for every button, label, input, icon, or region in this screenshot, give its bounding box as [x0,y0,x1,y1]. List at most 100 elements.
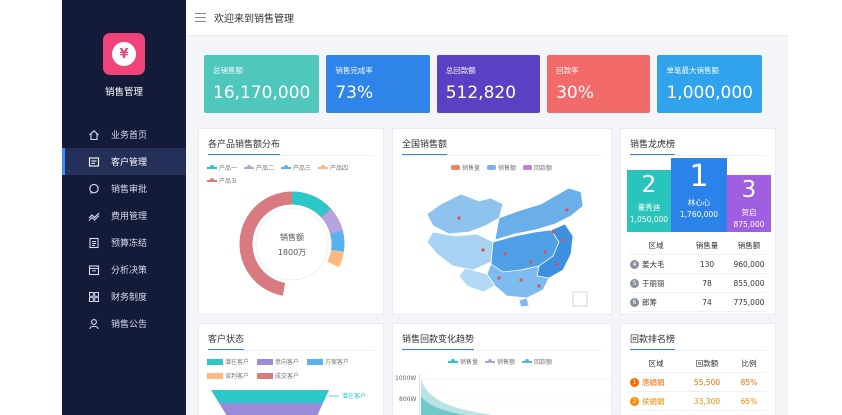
city-marker [543,250,547,254]
sidebar-item-label: 财务制度 [111,293,148,303]
legend-swatch [485,358,496,363]
legend-label: 产品四 [330,165,349,172]
kpi-value: 1,000,000 [666,83,753,103]
podium-third[interactable]: 3 贺启 875,000 [727,175,771,232]
kpi-card[interactable]: 销售完成率 73% [326,55,430,113]
trend-chart[interactable] [419,374,609,415]
legend-label: 意向客户 [275,359,300,366]
sidebar-item-expenses[interactable]: 费用管理 [62,202,186,229]
legend-swatch [244,164,255,169]
table-row[interactable]: 4 姜大毛 130 960,000 [630,255,766,274]
column-header: 销售量 [695,240,719,250]
kpi-card[interactable]: 单笔最大销售额 1,000,000 [657,55,762,113]
china-map[interactable] [403,174,603,314]
rank-number: 4 [630,259,639,269]
podium-first[interactable]: 1 林心心 1,760,000 [671,158,727,232]
city-marker [565,208,569,212]
card-title: 回款排名榜 [630,332,676,351]
grid-icon [88,291,100,303]
legend-item[interactable]: 潜在客户 [207,357,249,366]
sidebar-item-finance[interactable]: 财务制度 [62,283,186,310]
legend-item[interactable]: 方案客户 [307,357,349,366]
sidebar-item-announcements[interactable]: 销售公告 [62,310,186,337]
kpi-label: 销售完成率 [335,66,373,75]
collection-rank-table: 区域 回款额 比例 1 唐娟娟 55,500 85% 2 侯娟娟 33,300 65… [630,354,766,415]
legend-swatch [207,358,223,365]
legend-label: 方案客户 [325,359,350,366]
legend-item[interactable]: 回款额 [523,163,552,172]
legend-swatch [522,358,533,363]
menu-icon[interactable] [195,13,206,22]
sidebar-item-approval[interactable]: 销售审批 [62,175,186,202]
legend-swatch [523,165,533,170]
sidebar-item-analysis[interactable]: 分析决策 [62,256,186,283]
legend-swatch [318,164,329,169]
kpi-card[interactable]: 回款率 30% [547,55,651,113]
column-header: 比例 [741,358,757,368]
map-legend: 销售量 销售额 回款额 [451,163,552,172]
legend-item[interactable]: 销售量 [451,163,480,172]
kpi-label: 单笔最大销售额 [666,66,719,75]
sidebar-item-label: 预算冻结 [111,239,148,249]
column-header: 区域 [648,240,664,250]
kpi-card[interactable]: 总回款额 512,820 [436,55,541,113]
podium-second[interactable]: 2 董秀迪 1,050,000 [627,170,671,232]
trend-legend: 销售量 销售额 回款额 [448,357,552,366]
table-row[interactable]: 5 于丽丽 78 855,000 [630,274,766,293]
legend-item[interactable]: 意向客户 [257,357,299,366]
table-row[interactable]: 1 唐娟娟 55,500 85% [630,373,766,392]
table-row[interactable]: 6 郎筹 74 775,000 [630,293,766,312]
legend-item[interactable]: 产品二 [244,163,274,172]
legend-swatch [281,164,292,169]
product-distribution-card: 各产品销售额分布 产品一 产品二 产品三 产品四 产品五 销售额 1800万 [198,128,384,315]
kpi-value: 73% [335,83,374,103]
donut-chart[interactable] [232,184,352,304]
home-icon [88,129,100,141]
main-content: 欢迎来到销售管理 总销售额 16,170,000 销售完成率 73% 总回款额 … [186,0,788,415]
y-tick: 1000W [395,375,417,382]
user-icon [88,318,100,330]
table-row[interactable]: 2 侯娟娟 33,300 65% [630,392,766,411]
legend-item[interactable]: 产品四 [318,163,348,172]
sidebar-item-label: 销售审批 [111,185,148,195]
leaderboard-table: 区域 销售量 销售额 4 姜大毛 130 960,000 5 于丽丽 78 855,… [630,236,766,312]
legend-swatch [207,177,217,182]
rep-name: 于丽丽 [642,278,665,288]
podium-rank: 2 [641,172,657,198]
legend-item[interactable]: 产品一 [207,163,237,172]
legend-swatch [307,358,324,365]
legend-item[interactable]: 成交客户 [257,371,299,380]
table-row[interactable]: 3 [630,411,766,415]
cell-amount: 33,300 [693,396,721,406]
legend-label: 谈判客户 [225,373,250,380]
legend-swatch [451,165,460,170]
topbar: 欢迎来到销售管理 [186,0,788,36]
sidebar-item-home[interactable]: 业务首页 [62,121,186,148]
legend-item[interactable]: 回款额 [522,357,552,366]
legend-item[interactable]: 销售额 [487,163,516,172]
column-header: 销售额 [737,240,761,250]
city-marker [555,262,559,266]
legend-item[interactable]: 谈判客户 [207,371,249,380]
calendar-icon [88,264,100,276]
legend-label: 销售量 [460,359,479,366]
legend-label: 潜在客户 [225,359,250,366]
sidebar: ¥ 销售管理 业务首页 客户管理 销售审批 费用管理 预算冻结 分析决策 财务制… [62,0,186,415]
card-title: 全国销售额 [402,137,448,156]
rep-name: 郎筹 [642,297,657,307]
legend-item[interactable]: 产品三 [281,163,311,172]
trend-area [421,379,493,415]
sidebar-item-customers[interactable]: 客户管理 [62,148,186,175]
cell-ratio: 85% [740,377,758,387]
kpi-card[interactable]: 总销售额 16,170,000 [204,55,320,113]
rep-name: 侯娟娟 [642,396,665,406]
column-header: 回款额 [695,358,719,368]
sidebar-item-budget[interactable]: 预算冻结 [62,229,186,256]
table-header: 区域 销售量 销售额 [630,236,766,255]
cell-amount: 960,000 [733,259,765,269]
legend-item[interactable]: 销售量 [448,357,478,366]
city-marker [529,260,533,264]
rank-number: 6 [630,297,639,307]
legend-item[interactable]: 销售额 [485,357,515,366]
podium-rank: 3 [741,177,757,203]
